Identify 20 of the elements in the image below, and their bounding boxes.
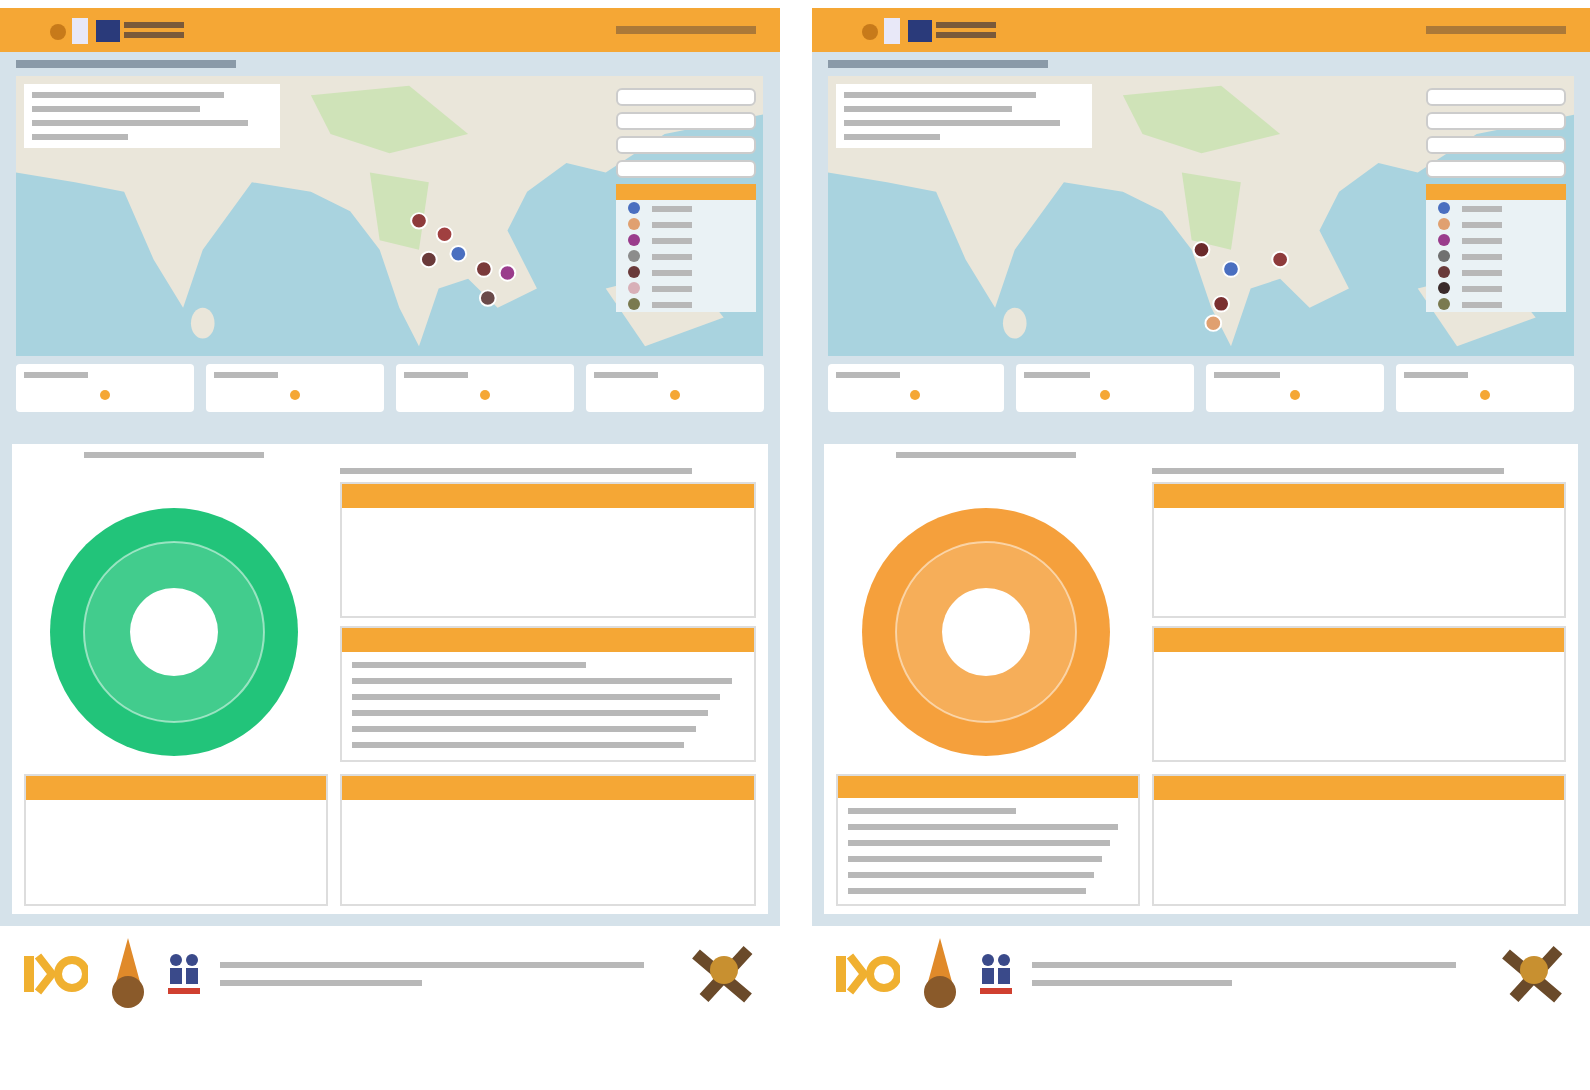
- people-icon: [168, 952, 200, 996]
- logo-icon: [48, 14, 188, 46]
- emblem-icon: [919, 938, 959, 1010]
- map-button[interactable]: [1426, 160, 1566, 178]
- legend-header: [1426, 184, 1566, 200]
- blurred-text-drawing: [615, 26, 755, 34]
- emblem-icon: [108, 938, 148, 1010]
- legend-header: [615, 184, 755, 200]
- logo-icon: [831, 948, 899, 1000]
- map-button[interactable]: [615, 112, 755, 130]
- people-icon: [979, 952, 1011, 996]
- logo-icon: [859, 14, 999, 46]
- blurred-text-drawing: [1426, 26, 1566, 34]
- map-button[interactable]: [615, 136, 755, 154]
- logo-icon: [20, 948, 88, 1000]
- map-button[interactable]: [1426, 136, 1566, 154]
- map-button[interactable]: [615, 88, 755, 106]
- map-button[interactable]: [1426, 88, 1566, 106]
- map-button[interactable]: [1426, 112, 1566, 130]
- map-button[interactable]: [615, 160, 755, 178]
